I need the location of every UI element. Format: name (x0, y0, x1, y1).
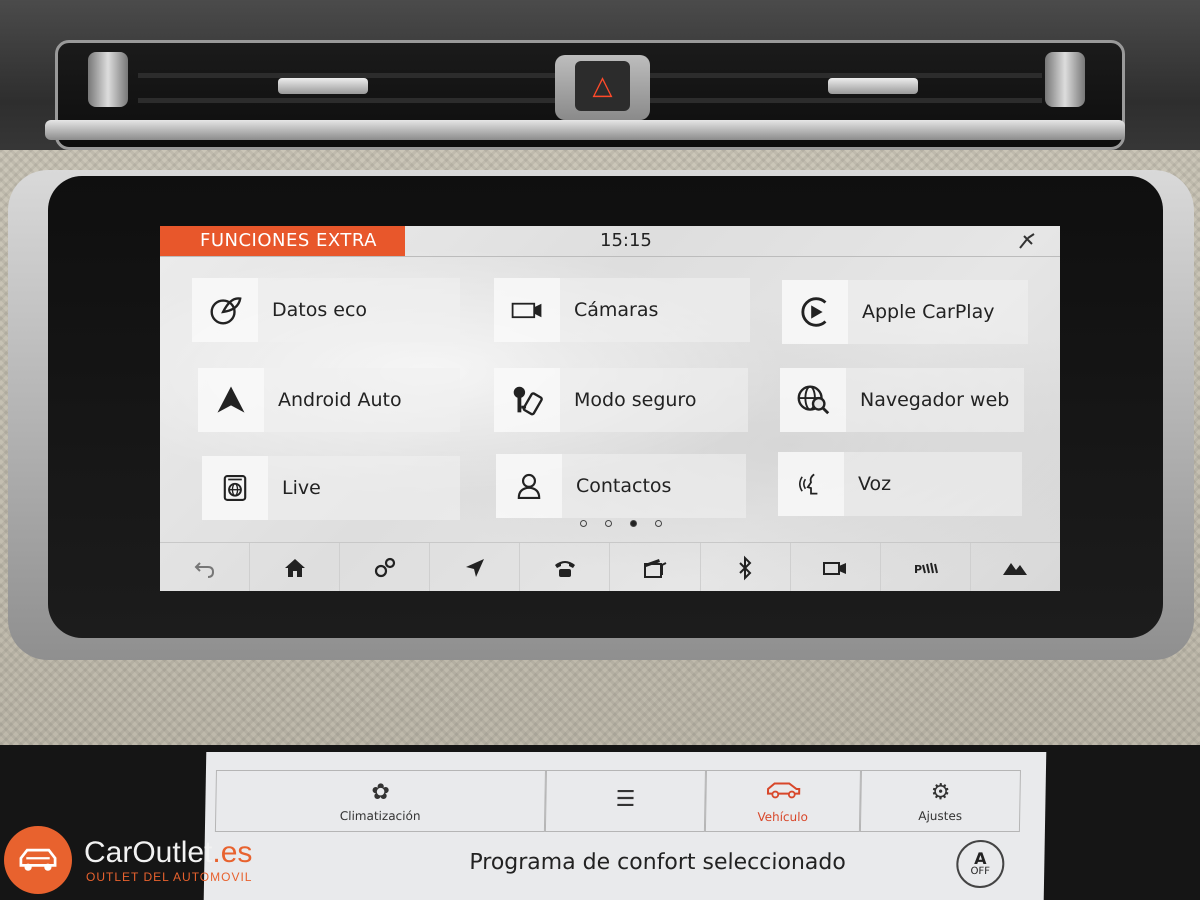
tile-contactos[interactable]: Contactos (496, 454, 746, 518)
tile-voz[interactable]: Voz (778, 452, 1022, 516)
back-icon[interactable] (160, 543, 251, 591)
camera-icon[interactable] (791, 543, 881, 591)
live-icon (202, 456, 268, 520)
android-auto-icon (198, 368, 264, 432)
settings-icon: ⚙ (930, 779, 951, 805)
page-title: FUNCIONES EXTRA (160, 226, 405, 256)
vent-left-knob (88, 52, 128, 107)
tile-apple-carplay[interactable]: Apple CarPlay (782, 280, 1028, 344)
phone-icon[interactable] (520, 543, 611, 591)
lower-touch-screen: ✿ Climatización ☰ Vehículo ⚙ Ajustes Pro… (203, 752, 1047, 900)
tile-label: Navegador web (860, 389, 1010, 411)
tab-label: Vehículo (757, 810, 809, 824)
tile-navegador-web[interactable]: Navegador web (780, 368, 1024, 432)
watermark-tagline: OUTLET DEL AUTOMOVIL (86, 870, 253, 884)
tab-label: Ajustes (918, 808, 963, 823)
clock: 15:15 (600, 230, 652, 251)
tab-menu[interactable]: ☰ (544, 770, 706, 832)
page-indicator (580, 520, 662, 527)
hazard-icon: △ (575, 61, 630, 111)
contact-icon (496, 454, 562, 518)
valet-key-icon (494, 368, 560, 432)
tile-android-auto[interactable]: Android Auto (198, 368, 460, 432)
page-dot[interactable] (605, 520, 612, 527)
auto-off-button[interactable]: A OFF (955, 840, 1005, 888)
tile-datos-eco[interactable]: Datos eco (192, 278, 460, 342)
tile-camaras[interactable]: Cámaras (494, 278, 750, 342)
screen-header: FUNCIONES EXTRA 15:15 (160, 226, 1060, 257)
tile-label: Contactos (576, 475, 672, 497)
media-icon[interactable] (610, 543, 701, 591)
tile-label: Cámaras (574, 299, 659, 321)
vent-right-tab (828, 78, 918, 94)
vent-left-tab (278, 78, 368, 94)
tile-label: Modo seguro (574, 389, 697, 411)
camera-icon (494, 278, 560, 342)
caroutlet-logo-icon (4, 826, 72, 894)
vent-chrome-trim (45, 120, 1125, 140)
bottom-nav-bar: P (160, 542, 1060, 591)
tile-label: Voz (858, 473, 892, 495)
auto-icon: A (974, 849, 987, 868)
svg-text:P: P (914, 563, 922, 576)
tile-label: Android Auto (278, 389, 402, 411)
settings-icon[interactable] (340, 543, 431, 591)
tab-vehiculo[interactable]: Vehículo (704, 770, 861, 832)
comfort-status-text: Programa de confort seleccionado (469, 850, 847, 875)
page-dot[interactable] (580, 520, 587, 527)
tile-modo-seguro[interactable]: Modo seguro (494, 368, 748, 432)
tab-label: Climatización (339, 808, 421, 823)
bluetooth-icon[interactable] (701, 543, 791, 591)
watermark: CarOutlet.es OUTLET DEL AUTOMOVIL (0, 824, 300, 894)
voice-icon (778, 452, 844, 516)
home-icon[interactable] (250, 543, 341, 591)
climate-icon: ✿ (371, 779, 391, 805)
navigation-icon[interactable] (430, 543, 521, 591)
vent-right-knob (1045, 52, 1085, 107)
parking-icon[interactable]: P (881, 543, 971, 591)
carplay-icon (782, 280, 848, 344)
tile-live[interactable]: Live (202, 456, 460, 520)
tile-label: Live (282, 477, 321, 499)
off-label: OFF (970, 866, 990, 877)
menu-lines-icon: ☰ (615, 786, 636, 812)
tile-label: Datos eco (272, 299, 368, 321)
page-dot-active[interactable] (630, 520, 637, 527)
web-browser-icon (780, 368, 846, 432)
signal-off-icon (1016, 230, 1038, 252)
tab-ajustes[interactable]: ⚙ Ajustes (859, 770, 1021, 832)
hazard-button[interactable]: △ (555, 55, 650, 120)
terrain-icon[interactable] (971, 543, 1060, 591)
eco-leaf-icon (192, 278, 258, 342)
tile-label: Apple CarPlay (862, 301, 995, 323)
infotainment-screen: FUNCIONES EXTRA 15:15 Datos eco Cámaras … (160, 226, 1060, 591)
watermark-brand: CarOutlet.es (84, 836, 253, 869)
page-dot[interactable] (655, 520, 662, 527)
vehicle-icon (764, 778, 802, 806)
tab-climatizacion[interactable]: ✿ Climatización (214, 770, 546, 832)
